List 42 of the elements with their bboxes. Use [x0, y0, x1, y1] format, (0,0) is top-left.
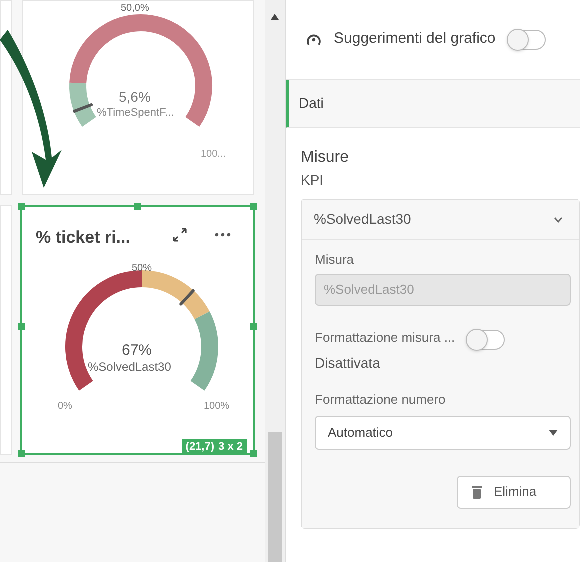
field-label: Misura	[315, 251, 356, 269]
format-state: Disattivata	[315, 354, 382, 373]
chart-suggestions-label: Suggerimenti del grafico	[334, 29, 496, 50]
resize-handle[interactable]	[250, 450, 257, 457]
gauge-value: 5,6%	[119, 88, 151, 107]
gauge-mid-label: 50,0%	[121, 2, 150, 16]
gauge-min-label: 0%	[58, 400, 72, 414]
chart-card[interactable]: 50,0% 100... 5,6% %TimeSpentF...	[22, 0, 254, 195]
more-icon[interactable]	[215, 233, 231, 237]
field-value: %SolvedLast30	[323, 280, 416, 299]
resize-handle[interactable]	[134, 203, 141, 210]
gauge-max-label: 100%	[204, 400, 230, 414]
number-format-select[interactable]: Automatico	[315, 416, 571, 450]
measure-header[interactable]: %SolvedLast30	[302, 200, 579, 240]
resize-handle[interactable]	[18, 323, 25, 330]
trash-icon	[472, 485, 482, 499]
chart-title: % ticket ri...	[36, 227, 130, 249]
section-title: Misure	[301, 148, 350, 168]
gauge-icon	[306, 32, 322, 46]
resize-handle[interactable]	[18, 203, 25, 210]
gauge-measure-label: %TimeSpentF...	[97, 106, 174, 121]
delete-button[interactable]: Elimina	[457, 476, 571, 508]
gauge-value: 67%	[122, 341, 152, 361]
resize-handle[interactable]	[250, 323, 257, 330]
resize-handle[interactable]	[250, 203, 257, 210]
subsection-title: KPI	[301, 171, 325, 190]
number-format-label: Formattazione numero	[315, 391, 447, 409]
resize-handle[interactable]	[18, 450, 25, 457]
panel-tab[interactable]: Dati	[286, 80, 580, 128]
toggle-switch[interactable]	[467, 330, 506, 350]
chevron-icon	[554, 216, 563, 222]
scrollbar-thumb[interactable]	[268, 432, 282, 562]
toggle-switch[interactable]	[508, 30, 546, 50]
dropdown-icon	[549, 430, 558, 436]
chart-card[interactable]	[0, 0, 12, 195]
size-text: 3 x 2	[218, 440, 243, 455]
expand-icon[interactable]	[172, 227, 188, 243]
gauge-max-label: 100...	[201, 148, 226, 162]
scroll-up-icon[interactable]	[271, 14, 279, 20]
position-text: (21,7)	[186, 440, 215, 455]
gauge-measure-label: %SolvedLast30	[88, 359, 172, 376]
format-label: Formattazione misura ...	[315, 328, 456, 346]
